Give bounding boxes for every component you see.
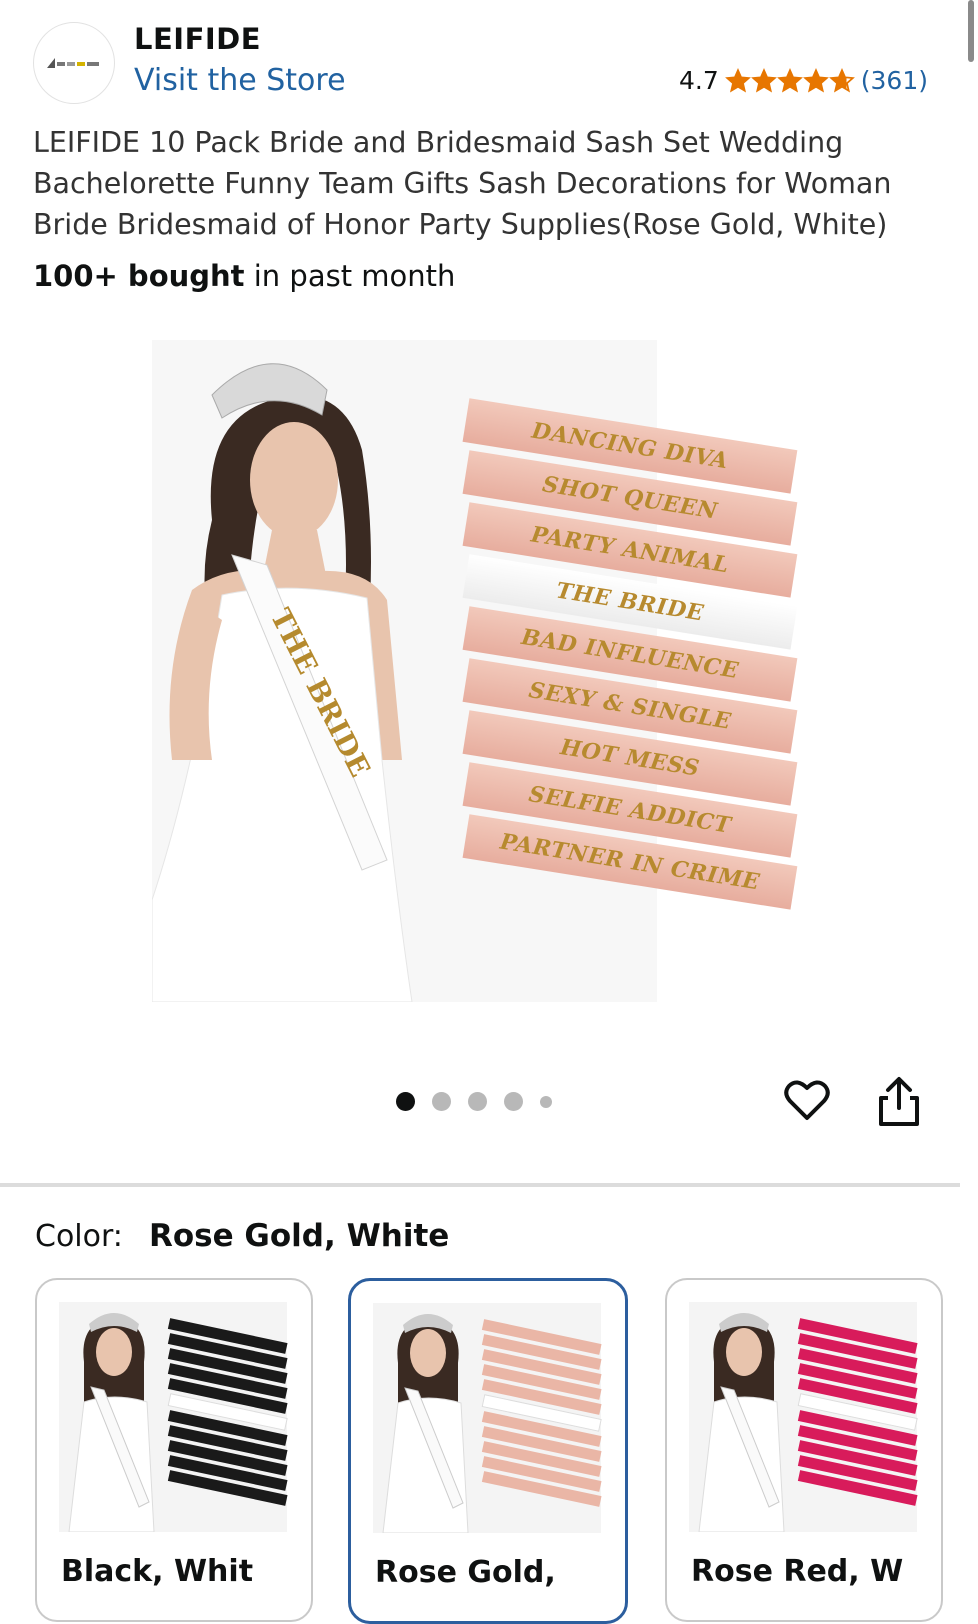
star-rating: [724, 67, 855, 94]
swatch-sash-stack: [481, 1319, 603, 1507]
color-label: Color:: [35, 1219, 123, 1254]
pagination-dot[interactable]: [432, 1092, 451, 1111]
swatch-model-illustration: [68, 1313, 155, 1533]
section-divider: [0, 1183, 960, 1187]
store-logo[interactable]: [33, 22, 115, 104]
leifide-logo-icon: [47, 58, 99, 68]
bought-count-rest: in past month: [244, 259, 456, 293]
star-icon: [750, 67, 777, 93]
heart-icon[interactable]: [783, 1076, 831, 1124]
rating-summary[interactable]: 4.7 (361): [679, 66, 928, 95]
color-swatch-option[interactable]: Rose Red, W: [665, 1278, 943, 1622]
swatch-model-illustration: [382, 1314, 469, 1534]
product-title: LEIFIDE 10 Pack Bride and Bridesmaid Sas…: [33, 126, 892, 241]
color-swatch-option[interactable]: Black, Whit: [35, 1278, 313, 1622]
pagination-dot[interactable]: [540, 1095, 552, 1108]
rating-count-link[interactable]: (361): [861, 66, 928, 95]
image-pagination[interactable]: [396, 1092, 552, 1111]
bought-count-bold: 100+ bought: [33, 259, 245, 293]
pagination-dot[interactable]: [504, 1092, 523, 1111]
star-icon: [724, 67, 751, 93]
brand-name: LEIFIDE: [134, 22, 262, 56]
swatch-sash-stack: [167, 1318, 289, 1506]
selected-color-value: Rose Gold, White: [149, 1218, 450, 1254]
color-swatch-option[interactable]: Rose Gold,: [348, 1278, 628, 1624]
star-icon: [802, 67, 829, 93]
rating-value: 4.7: [679, 66, 719, 95]
scrollbar[interactable]: [968, 0, 974, 62]
pagination-dot[interactable]: [396, 1092, 415, 1111]
star-icon: [828, 67, 855, 93]
swatch-thumbnail: [689, 1302, 919, 1533]
swatch-name: Rose Red, W: [691, 1554, 904, 1589]
pagination-dot[interactable]: [468, 1092, 487, 1111]
swatch-name: Black, Whit: [61, 1554, 254, 1589]
star-icon: [776, 67, 803, 93]
share-icon[interactable]: [876, 1076, 922, 1128]
swatch-sash-stack: [797, 1318, 919, 1506]
visit-store-link[interactable]: Visit the Store: [134, 63, 346, 98]
swatch-name: Rose Gold,: [375, 1555, 556, 1590]
sash-stack: DANCING DIVA SHOT QUEEN PARTY ANIMAL THE BR…: [462, 398, 806, 910]
swatch-thumbnail: [59, 1302, 289, 1533]
swatch-thumbnail: [373, 1303, 603, 1534]
swatch-model-illustration: [698, 1313, 785, 1533]
bought-count: 100+ bought in past month: [33, 259, 455, 293]
